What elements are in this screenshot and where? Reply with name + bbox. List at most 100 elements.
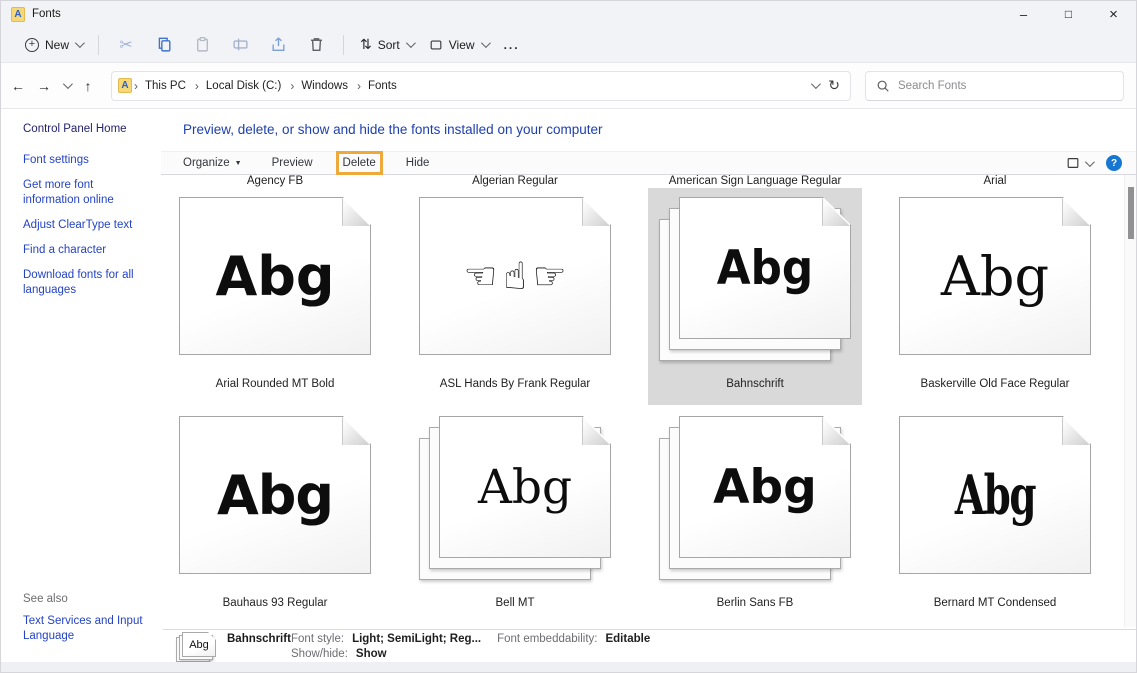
address-bar[interactable]: A › This PC › Local Disk (C:) › Windows … — [111, 71, 851, 101]
sort-button-label: Sort — [378, 38, 400, 52]
font-file-icon: Abg — [419, 416, 611, 580]
copy-icon — [156, 36, 173, 53]
sidebar-task-link[interactable]: Find a character — [23, 243, 149, 258]
explorer-window: A Fonts – □ × + New ✂ — [0, 0, 1137, 673]
details-field-label: Show/hide: — [291, 647, 348, 662]
font-file-icon: Abg — [899, 197, 1091, 361]
details-field-value: Light; SemiLight; Reg... — [352, 632, 481, 647]
font-tile[interactable]: Abg Arial Rounded MT Bold — [161, 188, 395, 405]
views-button[interactable] — [1066, 156, 1092, 170]
font-file-icon: Abg — [899, 416, 1091, 580]
search-box[interactable] — [865, 71, 1124, 101]
scissors-icon: ✂ — [119, 35, 132, 55]
rename-button[interactable] — [221, 31, 259, 59]
divider — [98, 35, 99, 55]
delete-button-toolbar[interactable] — [297, 31, 335, 59]
page-face: Abg — [899, 197, 1091, 355]
font-tile[interactable]: ☜☝☞ ASL Hands By Frank Regular — [395, 188, 635, 405]
back-button[interactable]: ← — [5, 72, 31, 100]
help-button[interactable]: ? — [1106, 155, 1122, 171]
page-title: Preview, delete, or show and hide the fo… — [183, 122, 603, 137]
font-tile-label[interactable]: American Sign Language Regular — [635, 175, 875, 188]
search-input[interactable] — [898, 80, 1113, 92]
window-controls: – □ × — [1001, 1, 1136, 27]
page-face: Abg — [679, 416, 851, 558]
paste-icon — [194, 36, 211, 53]
fonts-folder-icon: A — [118, 78, 132, 93]
content-pane: Preview, delete, or show and hide the fo… — [161, 109, 1136, 662]
window-title: Fonts — [32, 8, 61, 20]
breadcrumb-item[interactable]: Windows — [296, 77, 353, 95]
breadcrumb-separator: › — [193, 79, 201, 93]
delete-button[interactable]: Delete — [343, 157, 376, 169]
refresh-icon[interactable]: ↻ — [828, 77, 840, 94]
sidebar-task-link[interactable]: Adjust ClearType text — [23, 218, 149, 233]
view-button[interactable]: View — [421, 33, 496, 57]
sidebar-task-link[interactable]: Download fonts for all languages — [23, 268, 149, 298]
main-area: Control Panel Home Font settings Get more… — [1, 109, 1136, 662]
font-tile[interactable]: Abg Bauhaus 93 Regular — [161, 407, 395, 624]
sidebar-task-link[interactable]: Text Services and Input Language — [23, 614, 149, 644]
breadcrumb-item[interactable]: This PC — [140, 77, 191, 95]
search-icon — [876, 79, 890, 93]
address-dropdown-icon[interactable] — [811, 79, 821, 89]
chevron-down-icon — [1085, 157, 1095, 167]
more-options-button[interactable]: ... — [496, 33, 528, 57]
font-tile-label[interactable]: Arial — [875, 175, 1115, 188]
font-tile-label[interactable]: Agency FB — [161, 175, 395, 188]
close-button[interactable]: × — [1091, 1, 1136, 27]
chevron-down-icon — [75, 38, 85, 48]
see-also-heading: See also — [23, 593, 161, 605]
font-tile[interactable]: Abg Berlin Sans FB — [635, 407, 875, 624]
forward-button[interactable]: → — [31, 72, 57, 100]
font-preview-text: ☜☝☞ — [420, 198, 610, 354]
fonts-app-icon: A — [11, 7, 25, 22]
command-bar: + New ✂ — [1, 27, 1136, 63]
font-file-icon: ☜☝☞ — [419, 197, 611, 361]
breadcrumb-item[interactable]: Fonts — [363, 77, 402, 95]
partial-label-row: Agency FBAlgerian RegularAmerican Sign L… — [161, 175, 1124, 188]
sidebar: Control Panel Home Font settings Get more… — [1, 109, 161, 662]
breadcrumb-separator: › — [132, 79, 140, 93]
recent-locations-button[interactable] — [57, 72, 75, 100]
preview-button[interactable]: Preview — [272, 157, 313, 169]
sidebar-task-link[interactable]: Get more font information online — [23, 178, 149, 208]
font-name-label: Bahnschrift — [648, 378, 862, 390]
chevron-down-icon — [481, 38, 491, 48]
organize-button[interactable]: Organize ▼ — [183, 157, 242, 169]
details-pane: Abg Bahnschrift Font style: Light; SemiL… — [163, 629, 1136, 664]
cut-button[interactable]: ✂ — [107, 31, 145, 59]
font-tile[interactable]: Abg Bell MT — [395, 407, 635, 624]
font-tile[interactable]: Abg Baskerville Old Face Regular — [875, 188, 1115, 405]
share-button[interactable] — [259, 31, 297, 59]
font-file-icon: Abg — [179, 197, 371, 361]
minimize-button[interactable]: – — [1001, 1, 1046, 27]
paste-button[interactable] — [183, 31, 221, 59]
maximize-button[interactable]: □ — [1046, 1, 1091, 27]
font-tile[interactable]: Abg Bernard MT Condensed — [875, 407, 1115, 624]
vertical-scrollbar[interactable] — [1124, 175, 1136, 627]
hide-button[interactable]: Hide — [406, 157, 430, 169]
font-name-label: Baskerville Old Face Regular — [888, 378, 1102, 390]
new-button[interactable]: + New — [17, 33, 90, 57]
page-face: ☜☝☞ — [419, 197, 611, 355]
sort-button[interactable]: ⇅ Sort — [352, 31, 421, 58]
sidebar-task-link[interactable]: Font settings — [23, 153, 149, 168]
breadcrumb-separator: › — [288, 79, 296, 93]
scrollbar-thumb[interactable] — [1128, 187, 1134, 239]
copy-button[interactable] — [145, 31, 183, 59]
ellipsis-icon: ... — [504, 38, 520, 52]
view-button-label: View — [449, 38, 475, 52]
page-face: Abg — [899, 416, 1091, 574]
title-bar: A Fonts – □ × — [1, 1, 1136, 27]
up-button[interactable]: ↑ — [75, 72, 101, 100]
font-name-label: ASL Hands By Frank Regular — [408, 378, 622, 390]
sort-arrows-icon: ⇅ — [360, 36, 372, 53]
font-preview-text: Abg — [686, 198, 844, 338]
details-field-label: Font style: — [291, 632, 344, 647]
font-name-label: Arial Rounded MT Bold — [168, 378, 382, 390]
breadcrumb-item[interactable]: Local Disk (C:) — [201, 77, 286, 95]
font-tile[interactable]: Abg Bahnschrift — [635, 188, 875, 405]
font-tile-label[interactable]: Algerian Regular — [395, 175, 635, 188]
sidebar-item-control-panel-home[interactable]: Control Panel Home — [23, 123, 161, 135]
